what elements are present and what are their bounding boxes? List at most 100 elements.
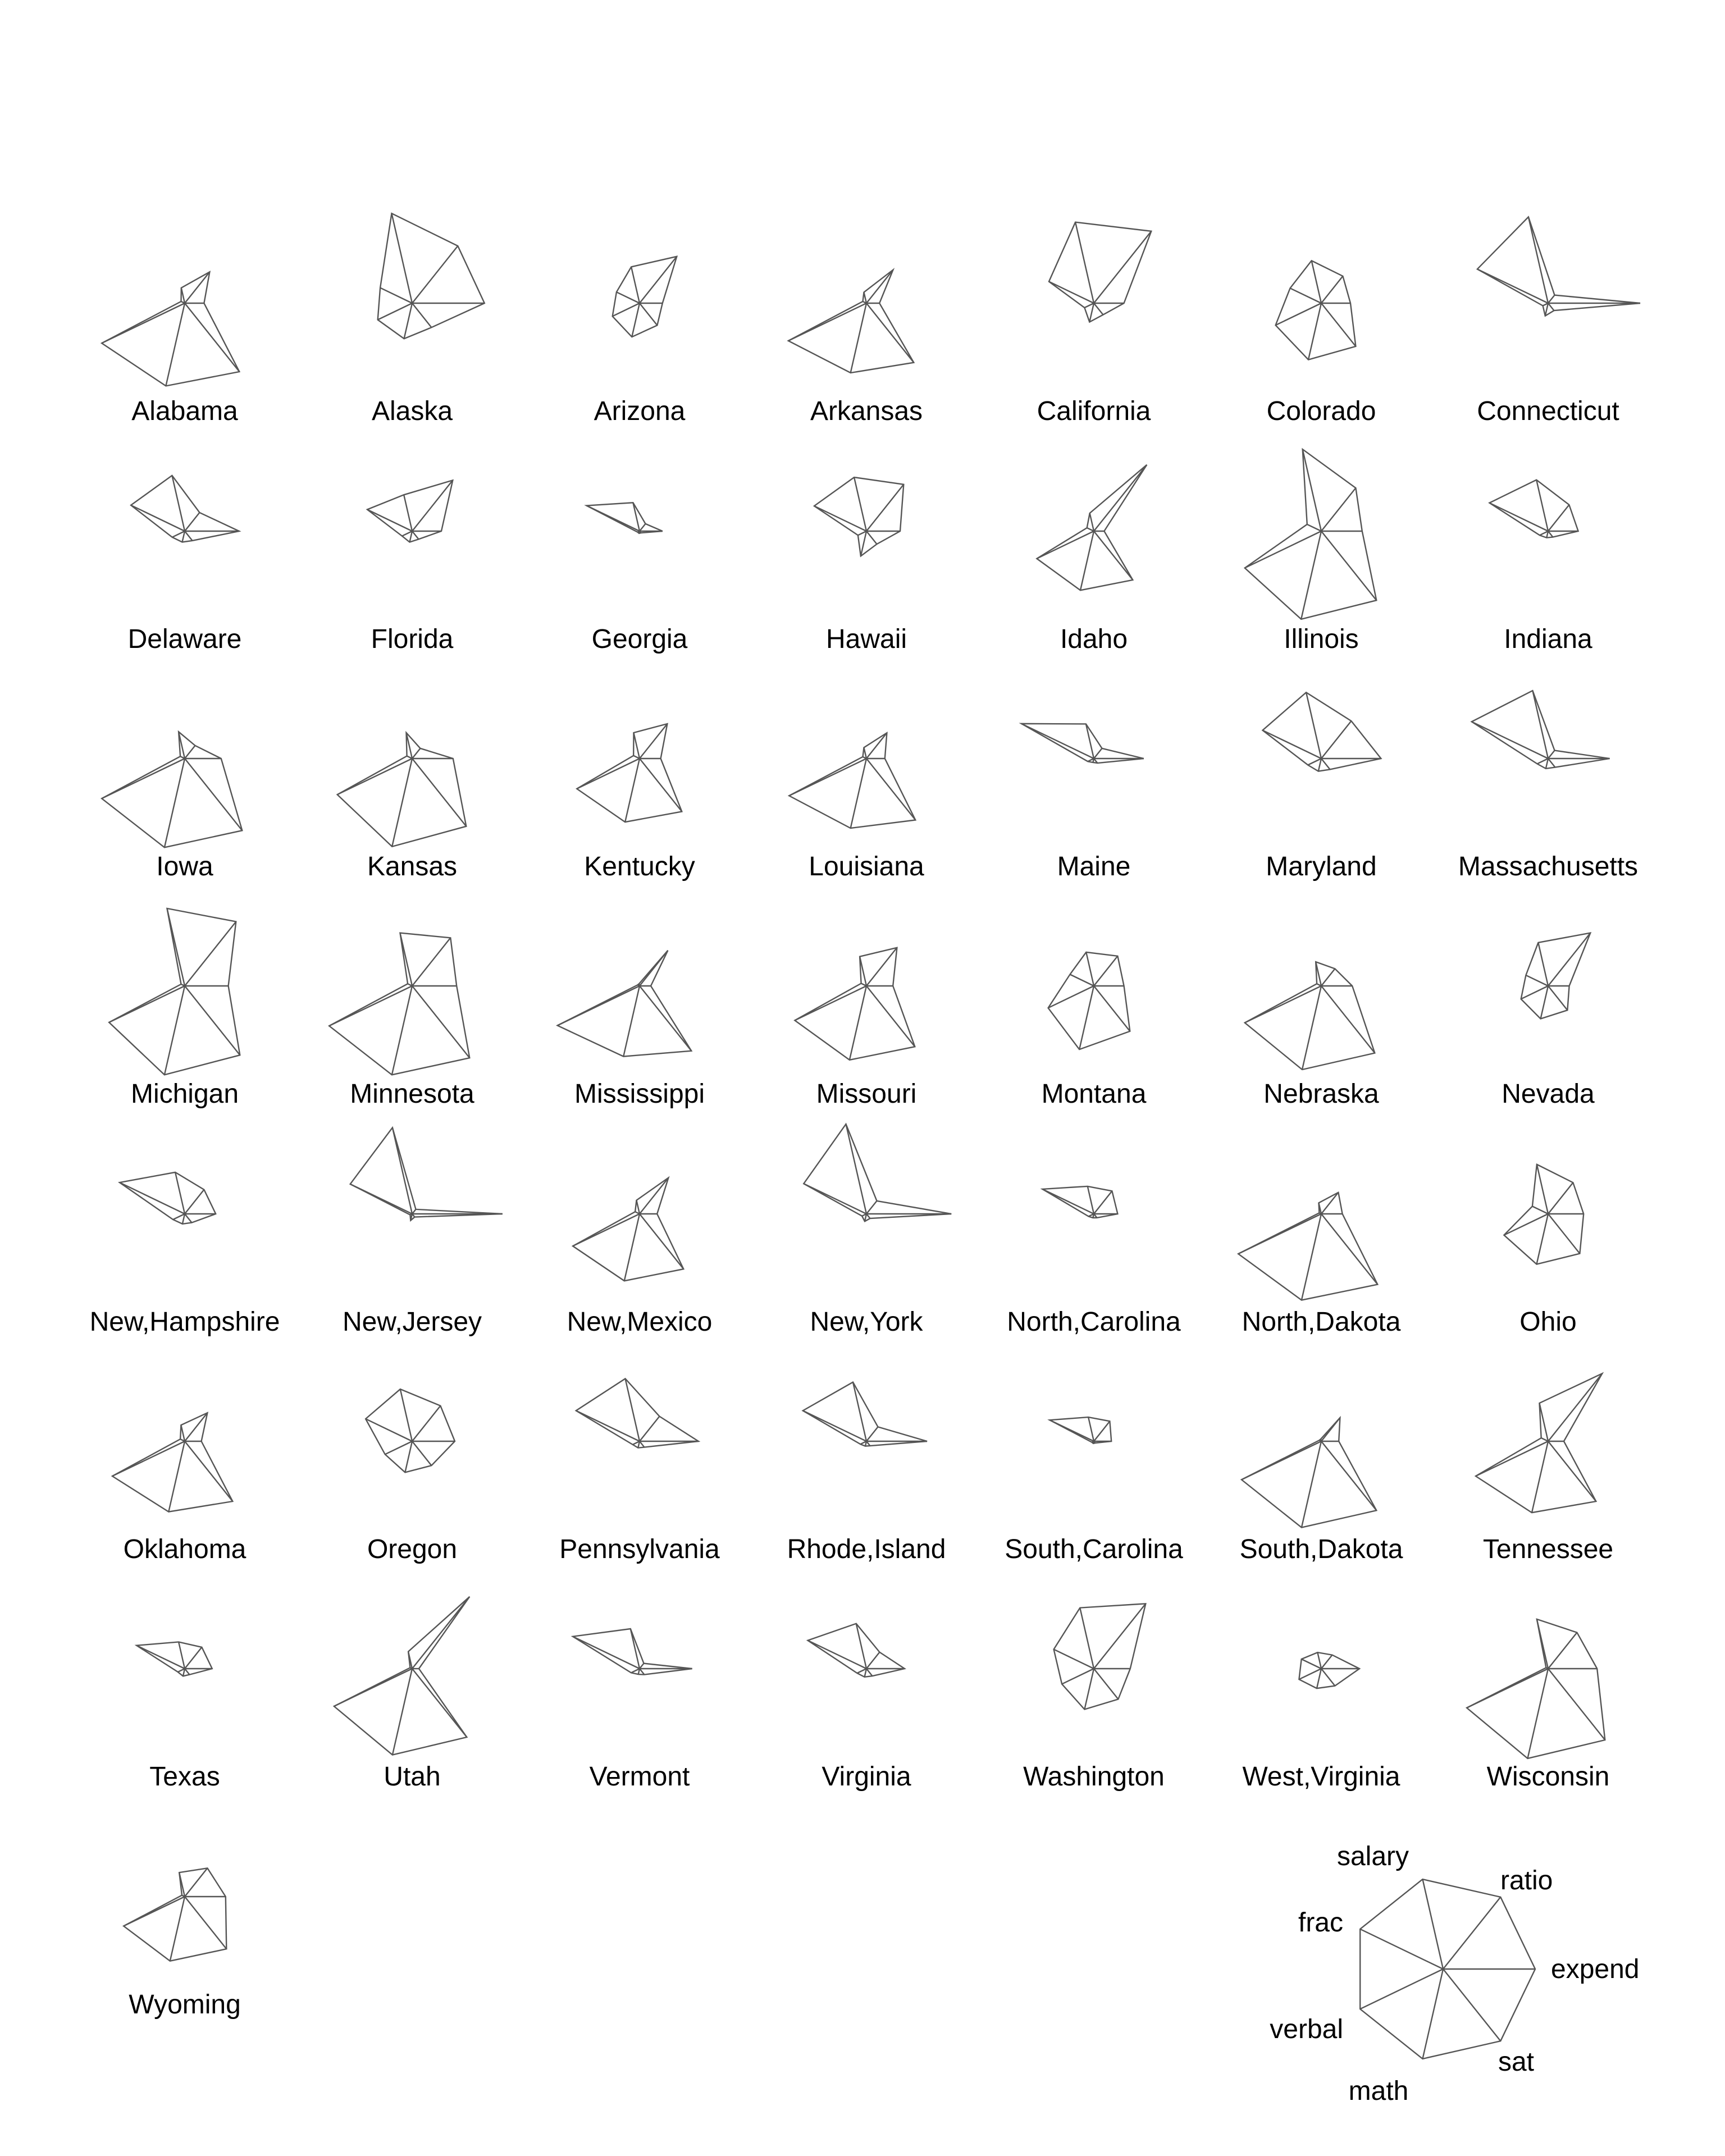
star-ray-verbal [108, 985, 185, 1023]
star-ray-math [1084, 1668, 1095, 1710]
star-west-virginia: West,Virginia [1242, 1651, 1400, 1792]
key-ray-frac [1359, 1928, 1444, 1970]
star-ray-math [1301, 985, 1322, 1070]
star-ray-ratio [1093, 1420, 1111, 1442]
star-ray-ratio [412, 1209, 417, 1214]
state-label: Wisconsin [1487, 1762, 1610, 1792]
star-ray-frac [1477, 268, 1549, 304]
star-ray-frac [1053, 1648, 1094, 1670]
star-pennsylvania: Pennsylvania [559, 1377, 720, 1564]
star-ray-math [391, 758, 413, 847]
star-ray-verbal [112, 1440, 185, 1477]
state-label: Iowa [156, 852, 213, 881]
star-outline [1236, 1191, 1379, 1301]
star-outline [134, 1641, 213, 1677]
star-ray-frac [1042, 1188, 1094, 1215]
star-ray-frac [572, 1636, 640, 1670]
star-ray-verbal [1466, 1668, 1549, 1709]
star-ray-verbal [1238, 1213, 1322, 1255]
star-rhode-island: Rhode,Island [787, 1381, 946, 1564]
star-kentucky: Kentucky [576, 723, 695, 881]
state-label: Michigan [131, 1079, 239, 1109]
star-ray-frac [130, 504, 185, 532]
star-arkansas: Arkansas [787, 267, 923, 426]
state-label: Texas [149, 1762, 220, 1792]
star-georgia: Georgia [584, 502, 688, 654]
star-ray-math [163, 985, 186, 1075]
star-ray-salary [852, 1382, 868, 1442]
state-label: Louisiana [809, 852, 924, 881]
star-ray-math [1531, 1441, 1549, 1513]
star-outline [100, 271, 241, 387]
star-ray-sat [639, 985, 692, 1052]
star-illinois: Illinois [1243, 447, 1377, 654]
star-ray-frac [365, 1418, 413, 1442]
state-label: Nebraska [1263, 1079, 1379, 1109]
star-ray-verbal [337, 757, 413, 796]
star-ray-sat [1548, 1668, 1606, 1741]
star-tennessee: Tennessee [1474, 1372, 1613, 1564]
state-label: West,Virginia [1242, 1762, 1400, 1792]
star-ray-sat [184, 1213, 193, 1223]
star-ray-frac [1262, 729, 1322, 760]
star-outline [1035, 464, 1148, 591]
star-ray-sat [639, 303, 658, 326]
star-ray-math [623, 985, 641, 1057]
star-ray-ratio [1548, 294, 1555, 304]
star-new-mexico: New,Mexico [567, 1176, 712, 1337]
state-label: Colorado [1267, 396, 1376, 426]
star-hawaii: Hawaii [813, 476, 907, 654]
star-outline [1048, 221, 1152, 323]
star-ray-sat [412, 303, 432, 328]
star-oklahoma: Oklahoma [111, 1412, 247, 1564]
state-label: Arizona [594, 396, 686, 426]
star-ray-verbal [1503, 1213, 1549, 1236]
star-outline [1275, 259, 1357, 360]
star-texas: Texas [134, 1641, 220, 1792]
star-ray-sat [184, 1896, 227, 1949]
key-label-frac: frac [1298, 1908, 1343, 1938]
star-outline [336, 730, 467, 848]
key-ray-verbal [1359, 1968, 1444, 2010]
star-ray-salary [624, 1378, 641, 1442]
state-label: Florida [371, 624, 454, 654]
star-ray-sat [412, 531, 419, 540]
star-ray-ratio [1093, 231, 1152, 304]
star-ray-verbal [377, 302, 413, 321]
star-ray-math [1300, 1441, 1322, 1528]
star-ray-frac [1307, 523, 1322, 532]
state-label: Vermont [590, 1762, 690, 1792]
star-ray-sat [184, 1441, 234, 1502]
state-label: Delaware [128, 624, 242, 654]
star-ray-ratio [1321, 1192, 1339, 1214]
star-outline [328, 932, 471, 1076]
key-ray-ratio [1443, 1897, 1502, 1970]
star-missouri: Missouri [793, 947, 916, 1109]
star-ray-frac [380, 287, 413, 304]
state-label: Idaho [1060, 624, 1128, 654]
star-ray-ratio [1321, 1417, 1341, 1442]
star-ray-sat [866, 1441, 871, 1446]
star-ray-sat [1321, 1213, 1379, 1285]
star-ray-math [165, 303, 186, 386]
star-outline [1240, 1415, 1378, 1528]
star-minnesota: Minnesota [328, 932, 474, 1109]
star-california: California [1037, 221, 1152, 426]
star-ray-verbal [1307, 757, 1322, 766]
star-ray-ratio [1548, 932, 1591, 986]
star-ray-ratio [1548, 1182, 1574, 1214]
star-north-dakota: North,Dakota [1236, 1191, 1401, 1337]
star-ray-frac [1471, 721, 1549, 760]
star-outline [122, 1867, 227, 1962]
star-florida: Florida [366, 479, 454, 654]
key-label-salary: salary [1337, 1842, 1409, 1871]
star-ray-salary [1087, 1186, 1095, 1214]
state-label: Maryland [1266, 852, 1376, 881]
star-ray-frac [367, 509, 413, 532]
state-label: Indiana [1504, 624, 1592, 654]
star-ray-salary [391, 213, 413, 304]
star-ray-math [391, 985, 413, 1075]
star-ray-sat [184, 303, 240, 372]
star-ray-sat [184, 758, 243, 831]
star-ray-verbal [788, 757, 867, 797]
